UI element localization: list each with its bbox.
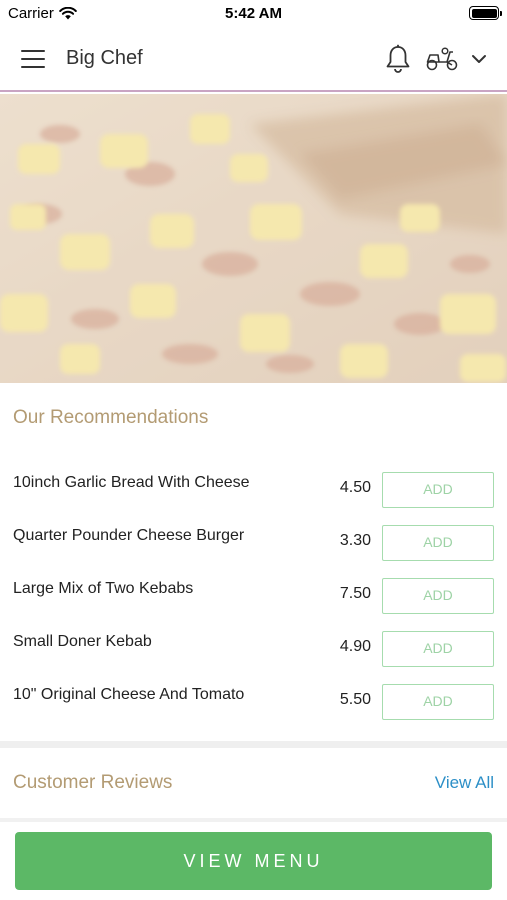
item-price: 4.50: [339, 479, 371, 496]
view-all-reviews-link[interactable]: View All: [435, 773, 494, 793]
hero-pizza-image: [0, 94, 507, 383]
add-button[interactable]: ADD: [382, 472, 494, 508]
bottom-bar: VIEW MENU: [0, 818, 507, 900]
recommendations-section: Our Recommendations 10inch Garlic Bread …: [0, 383, 507, 741]
item-price: 5.50: [339, 691, 371, 708]
bell-icon[interactable]: [384, 44, 412, 74]
recommendations-list: 10inch Garlic Bread With Cheese 4.50 ADD…: [0, 466, 507, 731]
battery-icon: [469, 6, 502, 20]
item-name: Small Doner Kebab: [13, 633, 152, 650]
status-time: 5:42 AM: [225, 5, 282, 22]
item-name: 10" Original Cheese And Tomato: [13, 686, 245, 703]
item-name: Large Mix of Two Kebabs: [13, 580, 194, 597]
list-item: 10inch Garlic Bread With Cheese 4.50 ADD: [0, 466, 507, 519]
hamburger-menu-icon[interactable]: [20, 48, 46, 70]
item-price: 4.90: [339, 638, 371, 655]
add-button[interactable]: ADD: [382, 525, 494, 561]
app-header: Big Chef: [0, 28, 507, 92]
list-item: 10" Original Cheese And Tomato 5.50 ADD: [0, 678, 507, 731]
status-bar: Carrier 5:42 AM: [0, 0, 507, 28]
view-menu-button[interactable]: VIEW MENU: [15, 832, 492, 890]
section-divider: [0, 741, 507, 748]
chevron-down-icon[interactable]: [468, 50, 490, 68]
item-name: 10inch Garlic Bread With Cheese: [13, 474, 250, 491]
list-item: Quarter Pounder Cheese Burger 3.30 ADD: [0, 519, 507, 572]
list-item: Small Doner Kebab 4.90 ADD: [0, 625, 507, 678]
list-item: Large Mix of Two Kebabs 7.50 ADD: [0, 572, 507, 625]
app-title: Big Chef: [66, 47, 143, 69]
add-button[interactable]: ADD: [382, 684, 494, 720]
add-button[interactable]: ADD: [382, 631, 494, 667]
add-button[interactable]: ADD: [382, 578, 494, 614]
reviews-title: Customer Reviews: [13, 772, 173, 793]
reviews-section: Customer Reviews View All: [0, 748, 507, 818]
item-name: Quarter Pounder Cheese Burger: [13, 527, 245, 544]
item-price: 7.50: [339, 585, 371, 602]
recommendations-title: Our Recommendations: [13, 407, 209, 428]
item-price: 3.30: [339, 532, 371, 549]
delivery-scooter-icon[interactable]: [425, 46, 459, 72]
